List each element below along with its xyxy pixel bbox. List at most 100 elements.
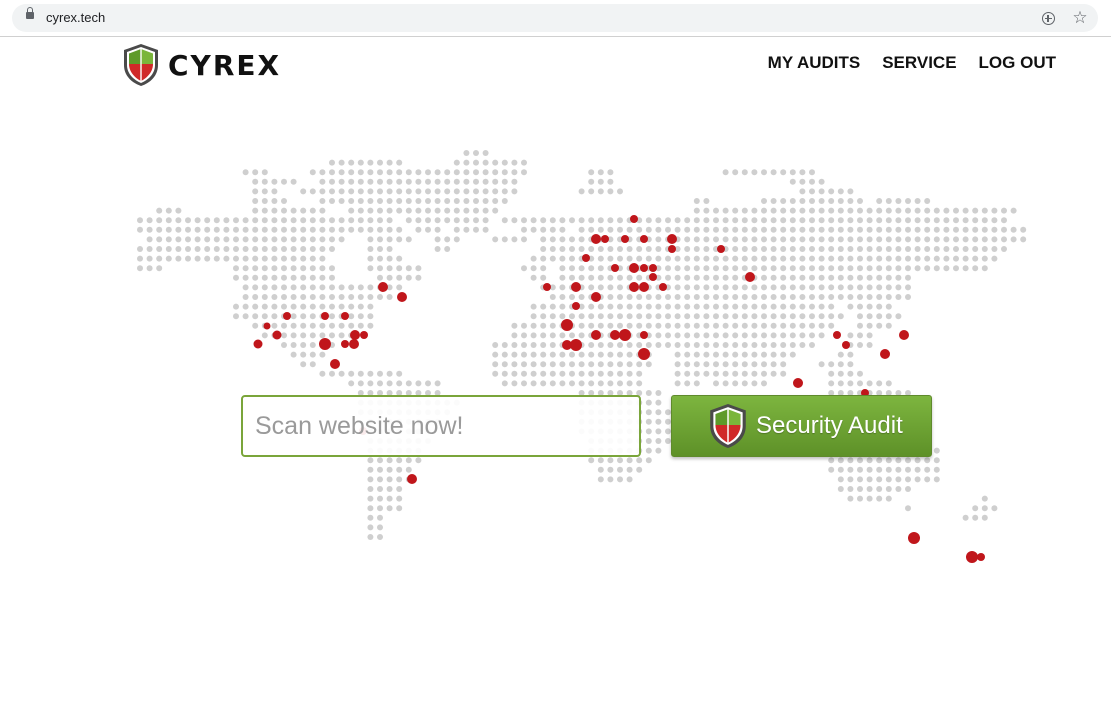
- map-dot: [645, 390, 652, 396]
- map-dot: [261, 332, 268, 339]
- map-dot: [626, 342, 633, 348]
- map-dot: [905, 284, 911, 291]
- map-dot: [828, 246, 835, 252]
- map-dot: [818, 255, 825, 262]
- map-dot: [684, 236, 691, 243]
- map-dot: [271, 226, 278, 233]
- scan-website-input[interactable]: [241, 395, 641, 457]
- map-dot: [290, 274, 297, 281]
- map-dot: [463, 198, 470, 204]
- threat-marker: [360, 331, 368, 339]
- map-dot: [281, 246, 287, 252]
- map-dot: [607, 226, 614, 233]
- map-dot: [933, 447, 940, 454]
- map-dot: [242, 217, 249, 224]
- map-dot: [761, 217, 767, 224]
- map-dot: [693, 265, 700, 272]
- map-dot: [357, 370, 364, 377]
- map-dot: [367, 505, 374, 512]
- security-audit-button[interactable]: Security Audit: [671, 395, 932, 457]
- map-dot: [761, 255, 767, 262]
- map-dot: [271, 198, 278, 204]
- map-dot: [290, 207, 297, 214]
- map-dot: [137, 246, 143, 252]
- map-dot: [319, 284, 326, 291]
- nav-my-audits[interactable]: MY AUDITS: [768, 53, 861, 73]
- map-dot: [981, 226, 988, 233]
- map-dot: [252, 274, 259, 281]
- threat-marker: [640, 331, 648, 339]
- map-dot: [866, 380, 873, 387]
- site-logo[interactable]: CYREX: [122, 42, 281, 88]
- map-dot: [559, 246, 566, 252]
- map-dot: [876, 217, 883, 224]
- map-dot: [415, 274, 422, 281]
- nav-log-out[interactable]: LOG OUT: [979, 53, 1056, 73]
- map-dot: [674, 380, 681, 387]
- map-dot: [271, 294, 278, 300]
- map-dot: [636, 255, 643, 262]
- threat-marker: [638, 348, 650, 360]
- map-dot: [501, 342, 508, 348]
- map-dot: [914, 236, 921, 243]
- map-dot: [261, 217, 268, 224]
- map-dot: [693, 342, 700, 348]
- map-dot: [319, 255, 326, 262]
- map-dot: [876, 486, 883, 492]
- map-dot: [703, 361, 710, 368]
- map-dot: [837, 236, 844, 243]
- map-dot: [876, 255, 883, 262]
- map-dot: [722, 351, 729, 358]
- map-dot: [405, 188, 412, 195]
- map-dot: [761, 294, 767, 300]
- map-dot: [684, 380, 691, 387]
- map-dot: [386, 226, 393, 233]
- map-dot: [761, 226, 767, 233]
- map-dot: [626, 255, 633, 262]
- map-dot: [655, 322, 662, 329]
- map-dot: [569, 246, 575, 252]
- map-dot: [837, 217, 844, 224]
- nav-service[interactable]: SERVICE: [882, 53, 956, 73]
- map-dot: [588, 457, 595, 464]
- map-dot: [809, 188, 815, 195]
- map-dot: [761, 198, 767, 204]
- map-dot: [789, 284, 796, 291]
- map-dot: [588, 370, 595, 377]
- map-dot: [645, 226, 652, 233]
- map-dot: [521, 342, 527, 348]
- map-dot: [905, 294, 911, 300]
- map-dot: [780, 294, 787, 300]
- map-dot: [261, 169, 268, 176]
- map-dot: [741, 303, 748, 310]
- map-dot: [377, 495, 383, 502]
- map-dot: [655, 438, 662, 444]
- map-dot: [367, 524, 374, 531]
- map-dot: [770, 303, 777, 310]
- map-dot: [357, 303, 364, 310]
- map-dot: [329, 188, 335, 195]
- map-dot: [396, 457, 403, 464]
- map-dot: [780, 342, 787, 348]
- map-dot: [377, 255, 383, 262]
- map-dot: [789, 198, 796, 204]
- map-dot: [866, 495, 873, 502]
- map-dot: [415, 169, 422, 176]
- zoom-icon[interactable]: [1038, 8, 1058, 28]
- map-dot: [501, 361, 508, 368]
- map-dot: [578, 322, 585, 329]
- map-dot: [933, 255, 940, 262]
- map-dot: [319, 226, 326, 233]
- map-dot: [338, 294, 345, 300]
- map-dot: [405, 380, 412, 387]
- map-dot: [281, 178, 287, 185]
- map-dot: [914, 255, 921, 262]
- map-dot: [463, 207, 470, 214]
- map-dot: [703, 198, 710, 204]
- map-dot: [761, 303, 767, 310]
- map-dot: [818, 198, 825, 204]
- map-dot: [991, 207, 998, 214]
- bookmark-star-icon[interactable]: ☆: [1070, 8, 1090, 28]
- map-dot: [137, 217, 143, 224]
- address-bar[interactable]: cyrex.tech ☆: [12, 4, 1098, 32]
